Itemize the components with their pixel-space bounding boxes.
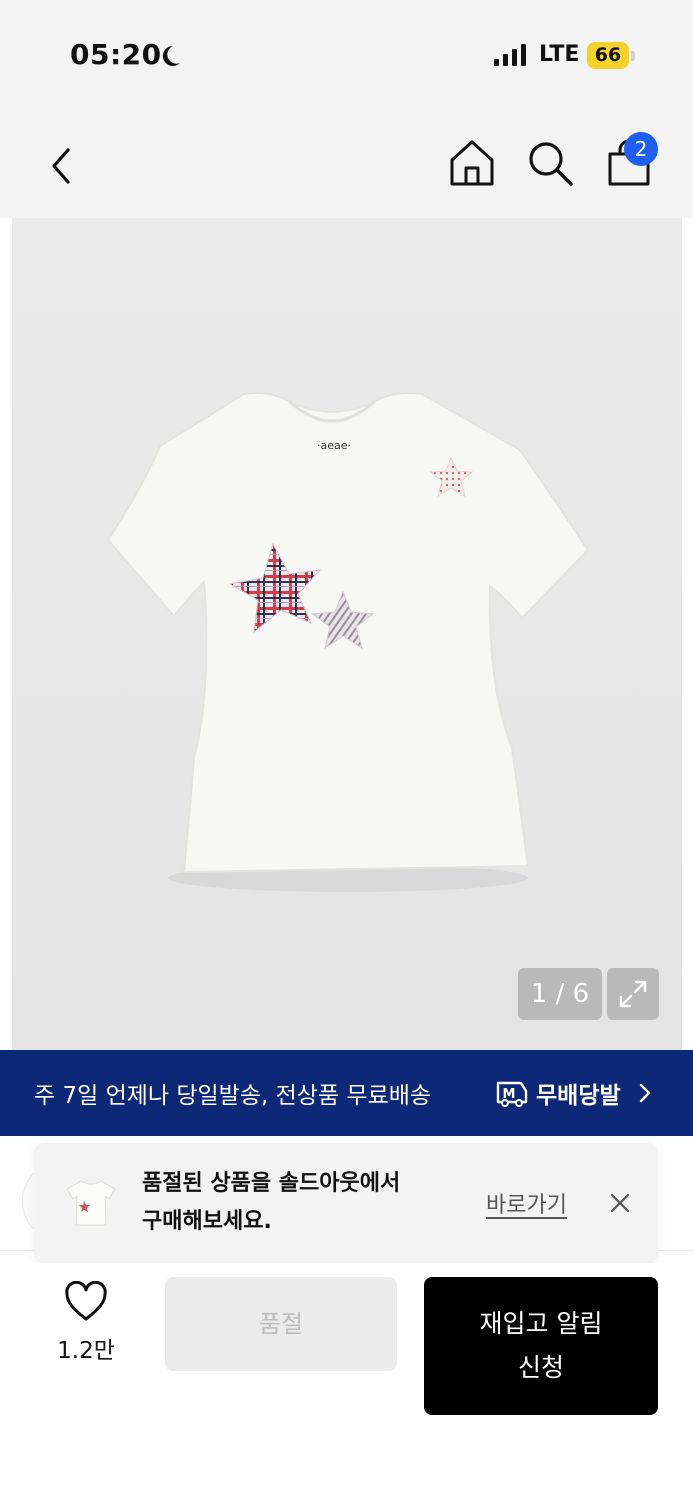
toast-message-line1: 품절된 상품을 솔드아웃에서: [142, 1171, 401, 1196]
network-type: LTE: [539, 42, 580, 67]
delivery-truck-icon: M: [496, 1081, 528, 1107]
product-gallery[interactable]: ·aeae· 1 / 6: [12, 218, 682, 1050]
bottom-action-bar: 1.2만 품절 재입고 알림 신청: [0, 1263, 693, 1500]
heart-icon[interactable]: [63, 1281, 109, 1323]
moon-icon: [162, 45, 180, 66]
expand-button[interactable]: [607, 968, 659, 1020]
restock-alert-button[interactable]: 재입고 알림 신청: [424, 1277, 658, 1415]
soldout-button: 품절: [165, 1277, 397, 1371]
soldout-toast: 품절된 상품을 솔드아웃에서 구매해보세요. 바로가기: [34, 1143, 658, 1263]
nav-bar: [0, 110, 693, 218]
battery-indicator: 66: [587, 42, 629, 69]
restock-label-line1: 재입고 알림: [479, 1309, 603, 1338]
status-time: 05:20: [70, 38, 162, 71]
toast-product-thumbnail: [60, 1171, 122, 1233]
toast-message: 품절된 상품을 솔드아웃에서 구매해보세요.: [142, 1165, 472, 1241]
toast-message-line2: 구매해보세요.: [142, 1209, 272, 1234]
cart-count-badge: 2: [624, 132, 658, 166]
battery-tip: [631, 51, 635, 61]
promo-logo-letter: M: [503, 1087, 516, 1102]
promo-brand: 무배당발: [536, 1083, 621, 1109]
like-count: 1.2만: [57, 1338, 115, 1364]
chevron-right-icon: [639, 1083, 651, 1103]
search-icon[interactable]: [525, 138, 575, 188]
image-counter: 1 / 6: [518, 968, 602, 1020]
home-icon[interactable]: [448, 138, 496, 188]
svg-text:·aeae·: ·aeae·: [317, 439, 351, 452]
promo-banner[interactable]: 주 7일 언제나 당일발송, 전상품 무료배송 M 무배당발: [0, 1050, 693, 1136]
toast-go-link[interactable]: 바로가기: [486, 1187, 567, 1219]
signal-icon: [494, 44, 526, 66]
promo-text: 주 7일 언제나 당일발송, 전상품 무료배송: [34, 1083, 432, 1109]
expand-icon: [619, 980, 647, 1008]
product-image[interactable]: ·aeae·: [12, 218, 682, 1050]
restock-label-line2: 신청: [517, 1353, 564, 1382]
back-icon[interactable]: [44, 144, 80, 188]
close-icon[interactable]: [608, 1191, 632, 1215]
status-bar: 05:20 LTE 66: [0, 0, 693, 110]
